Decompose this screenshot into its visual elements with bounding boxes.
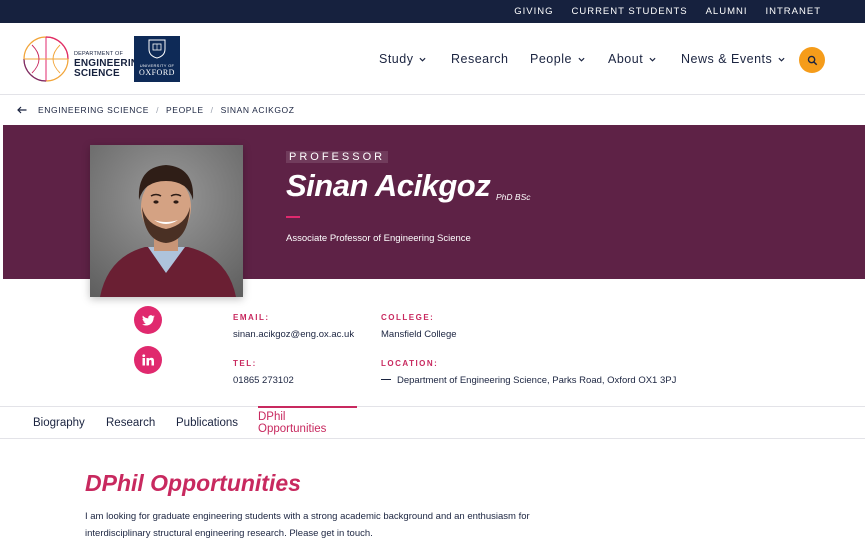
section-title: DPhil Opportunities — [85, 470, 301, 496]
breadcrumb-separator: / — [210, 105, 214, 115]
linkedin-icon — [142, 354, 154, 366]
nav-study[interactable]: Study — [379, 52, 426, 66]
tel-label: TEL: — [233, 359, 257, 368]
tab-biography[interactable]: Biography — [33, 407, 85, 439]
arrow-left-icon[interactable] — [17, 106, 27, 114]
nav-research-label: Research — [451, 52, 509, 66]
portrait-image — [90, 145, 243, 297]
nav-news-events-label: News & Events — [681, 52, 773, 66]
utility-bar: GIVING CURRENT STUDENTS ALUMNI INTRANET — [0, 0, 865, 23]
location-value: Department of Engineering Science, Parks… — [381, 375, 676, 386]
chevron-down-icon — [778, 57, 785, 62]
nav-people[interactable]: People — [530, 52, 585, 66]
breadcrumb-current: SINAN ACIKGOZ — [220, 105, 295, 115]
nav-research[interactable]: Research — [451, 52, 509, 66]
profile-photo — [90, 145, 243, 297]
tab-publications-label: Publications — [176, 417, 239, 429]
location-dash — [381, 378, 391, 380]
profile-role: PROFESSOR — [286, 151, 389, 163]
chevron-down-icon — [649, 57, 656, 62]
breadcrumb-separator: / — [156, 105, 160, 115]
tab-dphil-label: DPhil Opportunities — [258, 411, 327, 435]
utility-links: GIVING CURRENT STUDENTS ALUMNI INTRANET — [514, 0, 821, 23]
nav-about-label: About — [608, 52, 644, 66]
linkedin-button[interactable] — [134, 346, 162, 374]
profile-name: Sinan Acikgoz — [286, 168, 491, 203]
chevron-down-icon — [419, 57, 426, 62]
tab-biography-label: Biography — [33, 417, 85, 429]
department-logo[interactable]: DEPARTMENT OF ENGINEERING SCIENCE — [22, 35, 146, 83]
profile-position: Associate Professor of Engineering Scien… — [286, 233, 471, 244]
nav-study-label: Study — [379, 52, 414, 66]
utility-link-current-students[interactable]: CURRENT STUDENTS — [571, 6, 687, 17]
oxford-line-2: OXFORD — [139, 68, 175, 77]
utility-link-alumni[interactable]: ALUMNI — [706, 6, 748, 17]
breadcrumb-people[interactable]: PEOPLE — [166, 105, 204, 115]
twitter-icon — [141, 314, 155, 326]
section-body: I am looking for graduate engineering st… — [85, 511, 530, 539]
search-icon — [807, 55, 817, 65]
nav-about[interactable]: About — [608, 52, 656, 66]
department-emblem-icon — [23, 36, 69, 82]
college-label: COLLEGE: — [381, 313, 435, 322]
hero-divider — [286, 216, 300, 218]
breadcrumb-engineering-science[interactable]: ENGINEERING SCIENCE — [38, 105, 149, 115]
location-text: Department of Engineering Science, Parks… — [397, 375, 677, 386]
tab-publications[interactable]: Publications — [176, 407, 238, 439]
search-button[interactable] — [799, 47, 825, 73]
breadcrumb: ENGINEERING SCIENCE / PEOPLE / SINAN ACI… — [17, 104, 295, 116]
tab-research-label: Research — [106, 417, 156, 429]
twitter-button[interactable] — [134, 306, 162, 334]
location-label: LOCATION: — [381, 359, 439, 368]
nav-news-events[interactable]: News & Events — [681, 52, 785, 66]
nav-people-label: People — [530, 52, 572, 66]
email-label: EMAIL: — [233, 313, 270, 322]
tel-value[interactable]: 01865 273102 — [233, 375, 294, 386]
college-value: Mansfield College — [381, 329, 457, 340]
utility-link-intranet[interactable]: INTRANET — [766, 6, 822, 17]
site-header: DEPARTMENT OF ENGINEERING SCIENCE UNIVER… — [0, 23, 865, 95]
chevron-down-icon — [578, 57, 585, 62]
profile-tabs: Biography Research Publications DPhil Op… — [0, 406, 865, 439]
utility-link-giving[interactable]: GIVING — [514, 6, 553, 17]
oxford-logo[interactable]: UNIVERSITY OF OXFORD — [134, 36, 180, 82]
profile-qualifications: PhD BSc — [496, 192, 531, 202]
oxford-crest-icon — [148, 39, 166, 59]
tab-dphil-opportunities[interactable]: DPhil Opportunities — [258, 406, 357, 438]
tab-research[interactable]: Research — [106, 407, 155, 439]
email-link[interactable]: sinan.acikgoz@eng.ox.ac.uk — [233, 329, 354, 340]
